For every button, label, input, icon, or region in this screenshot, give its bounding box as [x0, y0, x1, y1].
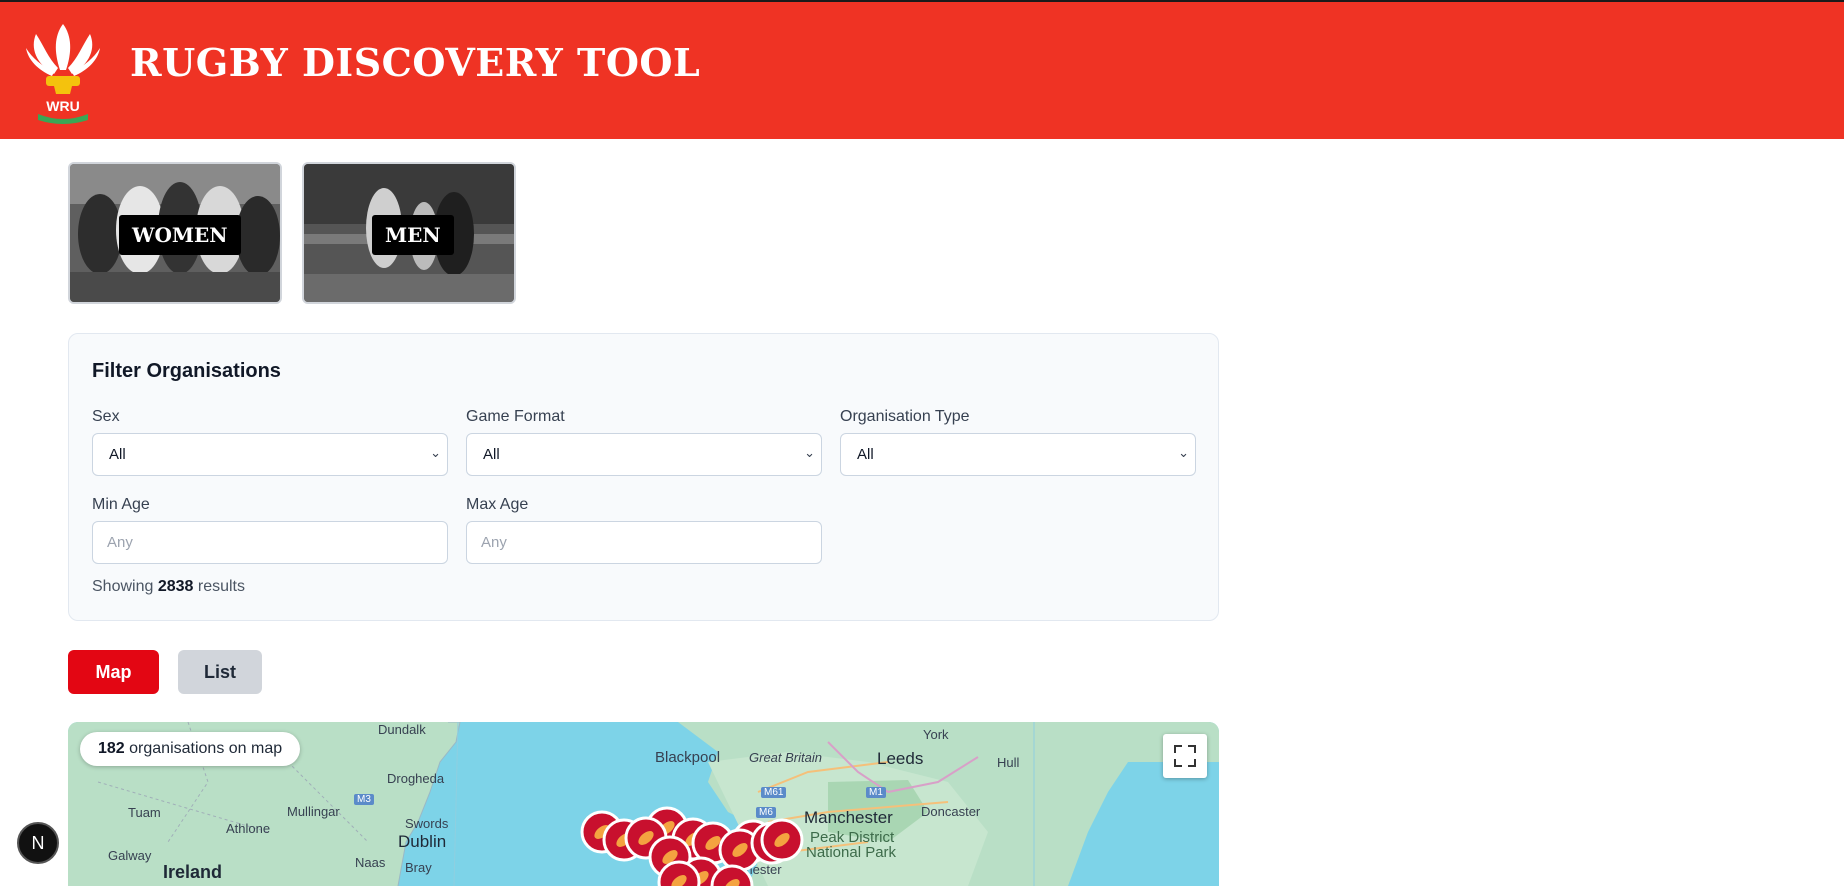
results-count: 2838 [157, 578, 194, 595]
chevron-down-icon: ⌄ [430, 445, 441, 460]
organisation-type-select-value: All [857, 446, 874, 463]
map-view-button[interactable]: Map [68, 650, 159, 694]
women-category-card[interactable]: WOMEN [68, 162, 282, 304]
organisations-map[interactable]: Dundalk Drogheda Tuam Mullingar Athlone … [68, 722, 1219, 886]
max-age-input[interactable] [466, 521, 822, 564]
game-format-label: Game Format [466, 408, 565, 425]
wru-logo[interactable]: WRU [24, 18, 102, 126]
chevron-down-icon: ⌄ [1178, 445, 1189, 460]
app-title: RUGBY DISCOVERY TOOL [130, 40, 701, 85]
sex-select-value: All [109, 446, 126, 463]
men-label: MEN [372, 215, 454, 255]
min-age-input[interactable] [92, 521, 448, 564]
organisation-type-select[interactable]: All ⌄ [840, 433, 1196, 476]
results-prefix: Showing [92, 578, 154, 595]
men-category-card[interactable]: MEN [302, 162, 516, 304]
dev-badge-label: N [31, 833, 45, 853]
results-suffix: results [197, 578, 245, 595]
dev-tools-badge[interactable]: N [17, 822, 59, 864]
sex-select[interactable]: All ⌄ [92, 433, 448, 476]
filter-title: Filter Organisations [92, 360, 281, 382]
max-age-label: Max Age [466, 496, 529, 513]
header: WRU RUGBY DISCOVERY TOOL [0, 0, 1844, 139]
logo-text: WRU [46, 98, 79, 114]
fullscreen-icon [1174, 745, 1196, 767]
results-summary: Showing 2838 results [92, 578, 245, 596]
game-format-select-value: All [483, 446, 500, 463]
sex-label: Sex [92, 408, 120, 425]
prince-of-wales-feathers-icon: WRU [26, 24, 100, 124]
list-view-button[interactable]: List [178, 650, 262, 694]
women-label: WOMEN [119, 215, 241, 255]
rugby-ball-icon[interactable] [760, 818, 804, 862]
fullscreen-button[interactable] [1163, 734, 1207, 778]
map-count-suffix: organisations on map [129, 740, 283, 757]
game-format-select[interactable]: All ⌄ [466, 433, 822, 476]
filter-panel: Filter Organisations Sex All ⌄ Game Form… [68, 333, 1219, 621]
min-age-label: Min Age [92, 496, 150, 513]
map-organisation-count: 182 organisations on map [80, 732, 301, 766]
chevron-down-icon: ⌄ [804, 445, 815, 460]
map-count-value: 182 [98, 740, 125, 757]
organisation-type-label: Organisation Type [840, 408, 970, 425]
